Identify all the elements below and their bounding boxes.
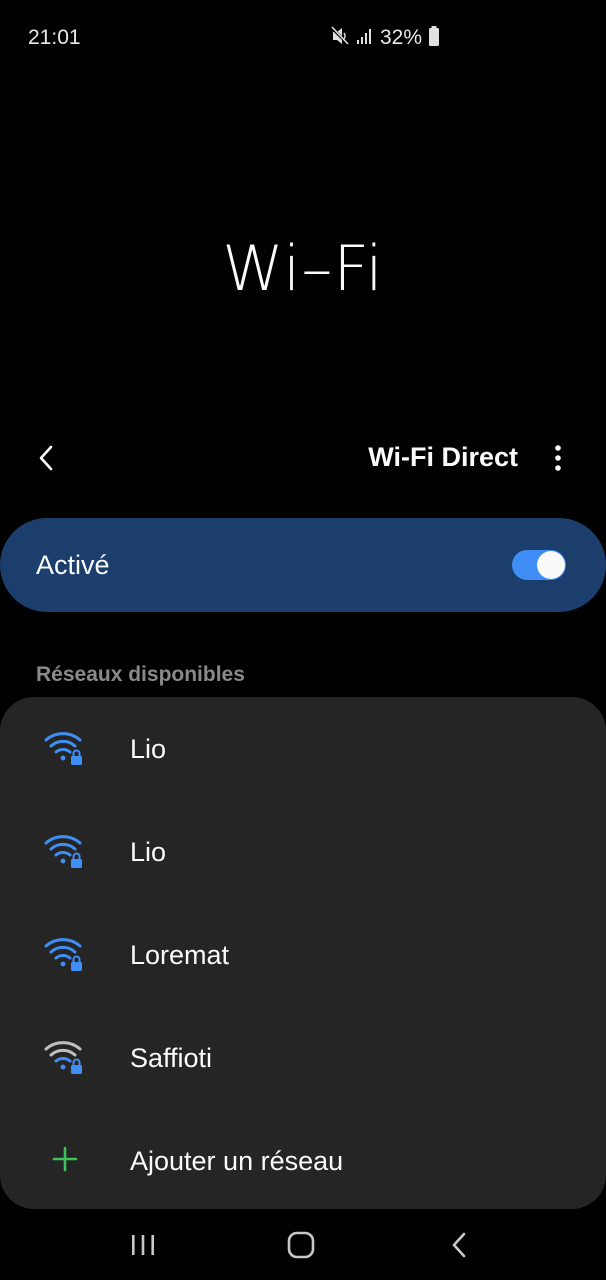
network-name: Lio (130, 734, 167, 764)
home-icon (287, 1231, 315, 1259)
wifi-direct-button[interactable]: Wi-Fi Direct (368, 442, 518, 473)
home-button[interactable] (281, 1227, 321, 1263)
add-network-label: Ajouter un réseau (130, 1146, 344, 1176)
available-networks-heading: Réseaux disponibles (36, 663, 245, 686)
wifi-locked-icon (44, 732, 82, 765)
page-title: Wi–Fi (222, 232, 384, 305)
more-options-button[interactable] (540, 438, 576, 478)
back-arrow-icon (39, 445, 53, 471)
status-bar: 21:01 32% (0, 0, 606, 76)
network-item[interactable]: Lio (0, 801, 606, 904)
mute-icon (329, 25, 351, 52)
toggle-label: Activé (36, 550, 110, 580)
network-item[interactable]: Loremat (0, 904, 606, 1007)
navigation-bar (0, 1209, 606, 1280)
back-button[interactable] (26, 438, 66, 478)
nav-back-button[interactable] (439, 1227, 479, 1263)
switch-knob (537, 551, 565, 579)
more-vert-icon (555, 445, 561, 471)
add-network-button[interactable]: Ajouter un réseau (0, 1110, 606, 1213)
network-name: Lio (130, 837, 167, 867)
network-item[interactable]: Lio (0, 698, 606, 801)
network-item[interactable]: Saffioti (0, 1007, 606, 1110)
network-name: Saffioti (130, 1043, 213, 1073)
plus-icon (52, 1146, 78, 1172)
back-icon (452, 1232, 466, 1258)
battery-icon (428, 25, 440, 51)
toolbar: Wi-Fi Direct (0, 428, 606, 490)
signal-icon (356, 27, 374, 50)
wifi-locked-icon (44, 1041, 82, 1074)
battery-percent: 32% (380, 26, 423, 49)
status-time: 21:01 (28, 26, 81, 49)
recent-apps-button[interactable] (123, 1227, 163, 1263)
wifi-locked-icon (44, 835, 82, 868)
wifi-locked-icon (44, 938, 82, 971)
status-icons: 32% (329, 25, 440, 52)
recent-apps-icon (132, 1235, 154, 1255)
networks-list: Lio Lio Loremat Saffioti Ajouter un rése… (0, 697, 606, 1209)
network-name: Loremat (130, 940, 230, 970)
wifi-switch[interactable] (512, 550, 566, 580)
wifi-toggle-card[interactable]: Activé (0, 518, 606, 612)
